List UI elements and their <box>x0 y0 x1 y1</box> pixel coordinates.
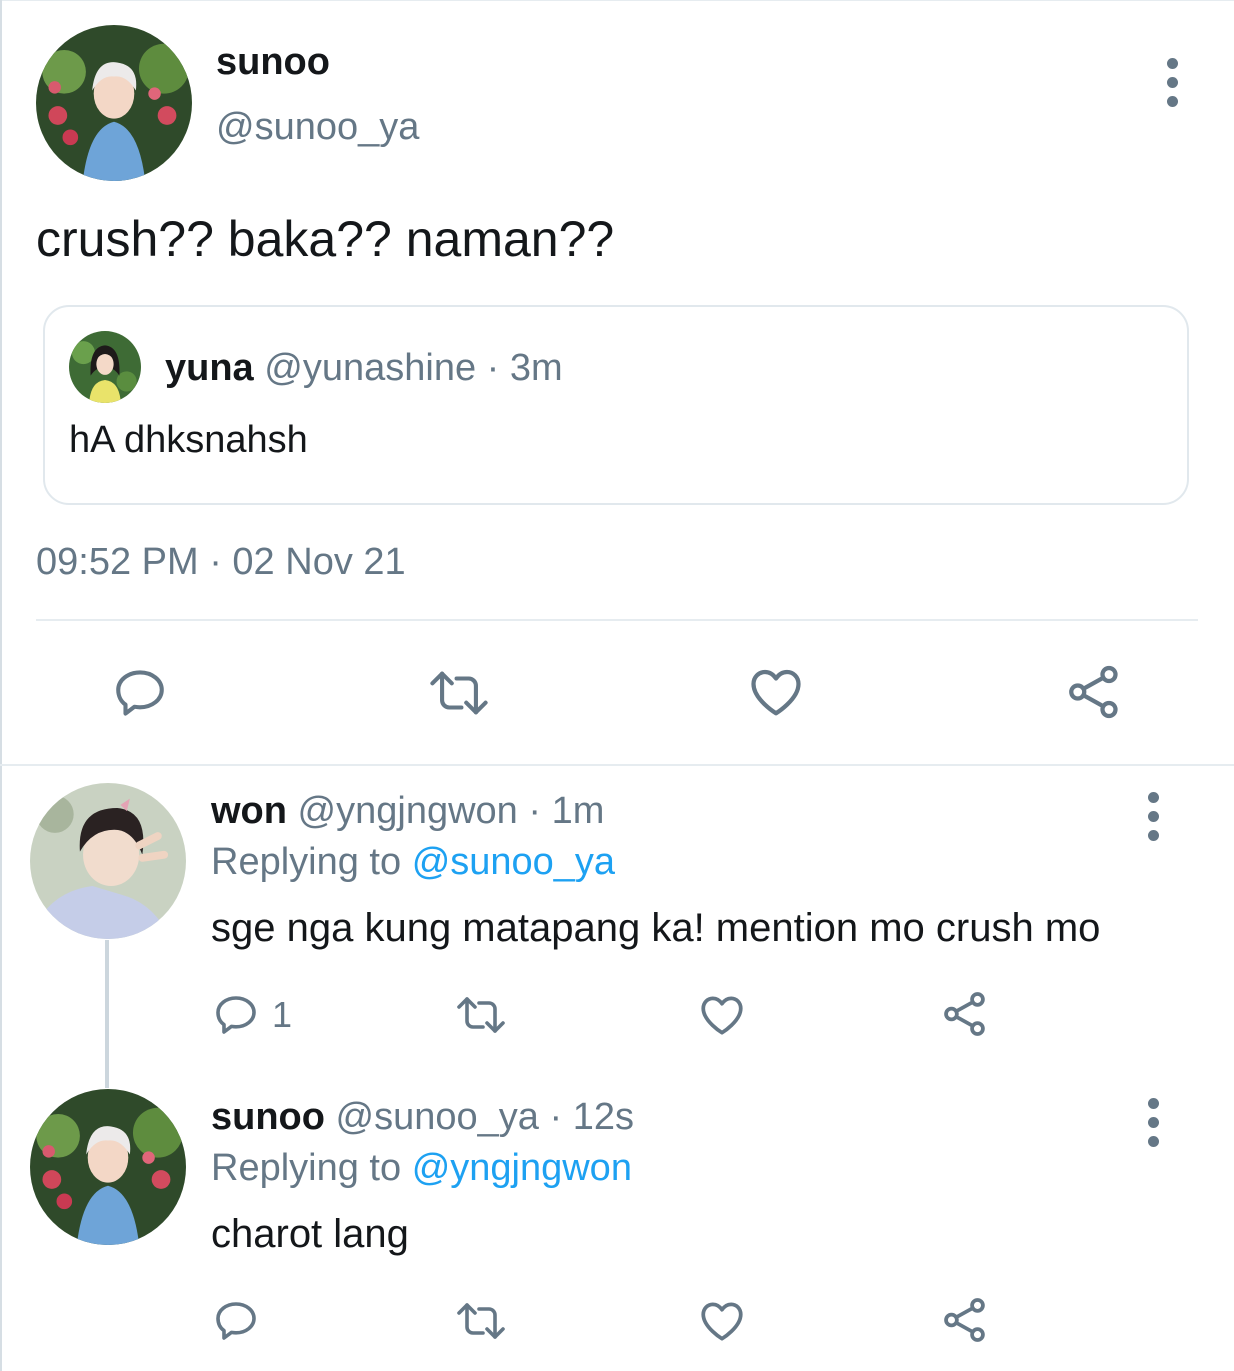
quoted-avatar <box>69 331 141 403</box>
reply-count: 1 <box>272 994 293 1035</box>
like-icon[interactable] <box>746 662 806 722</box>
retweet-icon[interactable] <box>454 1297 508 1345</box>
top-border <box>0 0 1234 1</box>
retweet-icon[interactable] <box>427 664 491 722</box>
replying-to-label: Replying to <box>211 841 402 883</box>
like-icon[interactable] <box>697 990 747 1040</box>
profile-photo-yuna <box>69 331 141 403</box>
author-handle[interactable]: @sunoo_ya <box>216 105 419 149</box>
reply-header: sunoo @sunoo_ya · 12s <box>211 1095 634 1139</box>
reply-icon[interactable] <box>212 991 260 1039</box>
share-icon[interactable] <box>1064 662 1124 722</box>
more-options-icon[interactable] <box>1146 792 1160 841</box>
more-options-icon[interactable] <box>1165 58 1179 107</box>
author-name[interactable]: sunoo <box>216 41 330 83</box>
quoted-text: hA dhksnahsh <box>69 419 308 461</box>
share-icon[interactable] <box>940 1295 990 1345</box>
avatar[interactable] <box>30 783 186 939</box>
reply-time: · 12s <box>549 1096 634 1138</box>
like-icon[interactable] <box>697 1296 747 1346</box>
replying-to: Replying to @yngjngwon <box>211 1146 632 1190</box>
reply-icon[interactable] <box>111 664 169 722</box>
quoted-header: yuna @yunashine · 3m <box>165 346 563 390</box>
thread-line <box>105 940 109 1088</box>
profile-photo-sunoo <box>36 25 192 181</box>
reply-text: sge nga kung matapang ka! mention mo cru… <box>211 906 1101 950</box>
reply-author-name[interactable]: sunoo <box>211 1096 325 1138</box>
reply-author-name[interactable]: won <box>211 790 287 832</box>
divider <box>0 764 1234 766</box>
reply-icon[interactable] <box>212 1297 260 1345</box>
replying-to: Replying to @sunoo_ya <box>211 840 615 884</box>
tweet-timestamp[interactable]: 09:52 PM · 02 Nov 21 <box>36 540 406 584</box>
quoted-time: · 3m <box>486 347 563 389</box>
reply-header: won @yngjngwon · 1m <box>211 789 604 833</box>
reply-text: charot lang <box>211 1212 409 1256</box>
share-icon[interactable] <box>940 989 990 1039</box>
profile-photo-won <box>30 783 186 939</box>
avatar[interactable] <box>30 1089 186 1245</box>
quoted-author-handle[interactable]: @yunashine <box>264 347 476 389</box>
replying-to-handle[interactable]: @sunoo_ya <box>412 841 615 883</box>
quoted-author-name[interactable]: yuna <box>165 347 254 389</box>
avatar[interactable] <box>36 25 192 181</box>
profile-photo-sunoo <box>30 1089 186 1245</box>
retweet-icon[interactable] <box>454 991 508 1039</box>
replying-to-label: Replying to <box>211 1147 402 1189</box>
more-options-icon[interactable] <box>1146 1098 1160 1147</box>
reply-author-handle[interactable]: @sunoo_ya <box>336 1096 539 1138</box>
reply-time: · 1m <box>528 790 605 832</box>
tweet-text: crush?? baka?? naman?? <box>36 211 615 267</box>
replying-to-handle[interactable]: @yngjngwon <box>412 1147 632 1189</box>
divider <box>36 619 1198 621</box>
quoted-tweet-card[interactable] <box>43 305 1189 505</box>
left-border <box>0 0 2 1371</box>
reply-author-handle[interactable]: @yngjngwon <box>298 790 518 832</box>
